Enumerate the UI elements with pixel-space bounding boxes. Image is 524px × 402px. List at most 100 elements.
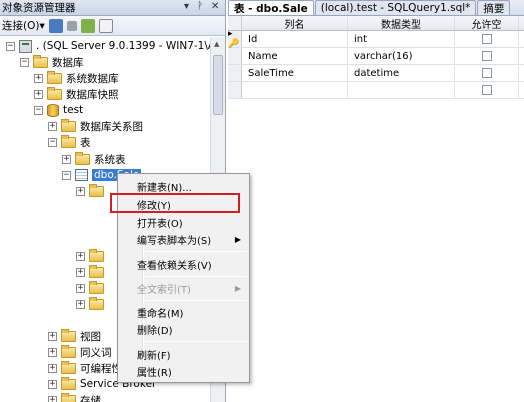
folder-icon [75,151,90,165]
expand-icon[interactable]: + [76,299,85,309]
menu-separator [145,251,247,252]
table-designer-grid: 列名 数据类型 允许空 ▸🔑 Id int Name varchar(16) S… [228,16,524,99]
data-type-cell[interactable]: varchar(16) [348,48,455,64]
folder-icon [61,360,76,374]
data-type-cell[interactable]: datetime [348,65,455,81]
column-header-nullable: 允许空 [455,16,519,31]
menu-item-label: 删除(D) [137,326,173,337]
allow-nulls-checkbox[interactable] [481,34,492,44]
expand-icon[interactable]: + [48,395,57,402]
table-row[interactable]: SaleTime datetime [228,65,524,82]
allow-nulls-checkbox[interactable] [481,68,492,78]
tab-table-dbo-sale[interactable]: 表 - dbo.Sale [228,0,314,15]
row-selector[interactable] [228,82,242,98]
column-name-cell[interactable]: Id [242,31,348,47]
allow-nulls-checkbox[interactable] [481,51,492,61]
tree-node-child-folder[interactable]: + [76,280,108,296]
collapse-icon[interactable]: − [62,170,71,180]
menu-item-refresh[interactable]: 刷新(F) [120,346,247,363]
tree-node-databases[interactable]: − 数据库 [20,54,84,70]
expand-icon[interactable]: + [62,154,71,164]
tab-label: 表 - dbo.Sale [234,2,308,15]
pin-icon[interactable]: ᚹ [197,1,203,12]
expand-icon[interactable]: + [76,251,85,261]
folder-icon [47,70,62,84]
tree-node-tables[interactable]: − 表 [48,134,91,150]
column-name-cell[interactable]: SaleTime [242,65,348,81]
object-explorer-title-bar: 对象资源管理器 ▾ ᚹ ✕ [0,0,225,16]
allow-nulls-cell[interactable] [455,82,519,98]
connect-button[interactable]: 连接(O)▾ [2,18,45,33]
expand-icon[interactable]: + [76,267,85,277]
tree-node-child-folder[interactable]: + [76,183,108,199]
expand-icon[interactable]: + [48,331,57,341]
scroll-up-icon[interactable]: ▲ [214,40,219,48]
tree-node-child-folder[interactable]: + [76,264,108,280]
grid-header-row: 列名 数据类型 允许空 [228,16,524,31]
expand-icon[interactable]: + [48,363,57,373]
tree-node-test-database[interactable]: − test [34,102,83,118]
collapse-icon[interactable]: − [20,57,29,67]
table-row[interactable]: ▸🔑 Id int [228,29,524,49]
folder-icon [61,328,76,342]
tree-node-synonyms[interactable]: + 同义词 [48,344,112,360]
expand-icon[interactable]: + [76,283,85,293]
stop-icon[interactable] [66,20,77,31]
folder-icon [89,248,104,262]
tab-sqlquery1[interactable]: (local).test - SQLQuery1.sql* [314,0,477,15]
row-selector[interactable] [228,48,242,64]
submenu-arrow-icon: ▶ [234,284,241,293]
row-selector[interactable] [228,65,242,81]
window-position-icon[interactable]: ▾ [184,1,189,12]
menu-item-view-dependencies[interactable]: 查看依赖关系(V) [120,256,247,273]
expand-icon[interactable]: + [48,379,57,389]
tree-node-database-snapshots[interactable]: + 数据库快照 [34,86,119,102]
tree-node-label: 系统数据库 [66,72,119,85]
tree-node-database-diagrams[interactable]: + 数据库关系图 [48,118,143,134]
tree-node-child-folder[interactable]: + [76,248,108,264]
column-header-type: 数据类型 [348,16,455,31]
scrollbar-thumb[interactable] [213,55,223,115]
tree-node-server[interactable]: − . (SQL Server 9.0.1399 - WIN7-1\Admi [6,38,225,54]
expand-icon[interactable]: + [34,73,43,83]
refresh-icon[interactable] [80,18,95,33]
tree-node-views[interactable]: + 视图 [48,328,101,344]
menu-item-properties[interactable]: 属性(R) [120,363,247,380]
data-type-cell[interactable] [348,82,455,98]
allow-nulls-cell[interactable] [455,48,519,64]
column-name-cell[interactable]: Name [242,48,348,64]
tree-node-system-databases[interactable]: + 系统数据库 [34,70,119,86]
tree-node-label: 数据库 [52,56,84,69]
close-icon[interactable]: ✕ [211,1,219,12]
disconnect-icon[interactable] [48,18,63,33]
collapse-icon[interactable]: − [34,105,43,115]
collapse-icon[interactable]: − [48,137,57,147]
tree-node-storage[interactable]: + 存储 [48,392,101,402]
menu-item-open-table[interactable]: 打开表(O) [120,214,247,231]
column-name-cell[interactable] [242,82,348,98]
tree-node-programmability[interactable]: + 可编程性 [48,360,122,376]
table-row[interactable]: Name varchar(16) [228,48,524,65]
tree-node-label: 系统表 [94,153,126,166]
menu-item-label: 新建表(N)... [137,183,192,194]
expand-icon[interactable]: + [48,347,57,357]
menu-item-script-table-as[interactable]: 编写表脚本为(S) ▶ [120,231,247,248]
tree-node-child-folder[interactable]: + [76,296,108,312]
filter-icon[interactable] [98,18,113,33]
tree-node-system-tables[interactable]: + 系统表 [62,151,126,167]
table-row[interactable] [228,82,524,99]
data-type-cell[interactable]: int [348,31,455,47]
collapse-icon[interactable]: − [6,41,15,51]
expand-icon[interactable]: + [34,89,43,99]
tab-summary[interactable]: 摘要 [477,0,511,15]
expand-icon[interactable]: + [76,186,85,196]
menu-item-rename[interactable]: 重命名(M) [120,304,247,321]
allow-nulls-cell[interactable] [455,31,519,47]
tree-node-label: 数据库快照 [66,88,119,101]
allow-nulls-cell[interactable] [455,65,519,81]
expand-icon[interactable]: + [48,121,57,131]
submenu-arrow-icon: ▶ [234,235,241,244]
allow-nulls-checkbox[interactable] [481,85,492,95]
menu-item-delete[interactable]: 删除(D) [120,321,247,338]
tree-node-label: 表 [80,136,91,149]
